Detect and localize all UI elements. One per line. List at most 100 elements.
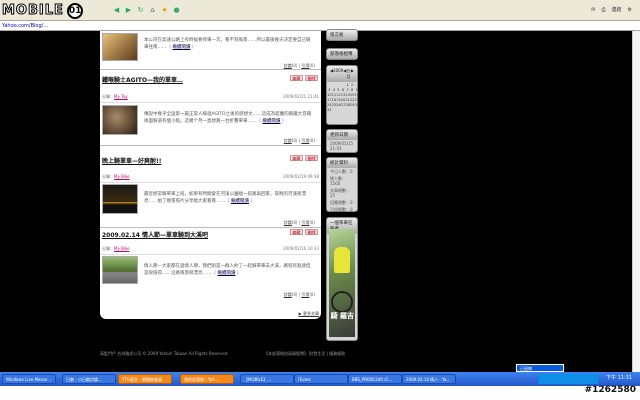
read-more-link[interactable]: 繼續閱讀 — [217, 271, 235, 276]
post-thumbnail[interactable] — [102, 33, 138, 61]
album-box[interactable]: 部落格相簿 — [326, 48, 358, 60]
stats-box: 統計資料 今日人數：0 總人數：1560 文章總數：25 回應總數：0 引用總數… — [326, 157, 358, 212]
delete-button[interactable]: 刪除 — [305, 229, 318, 235]
post-thumbnail[interactable] — [102, 184, 138, 214]
favorites-icon[interactable]: ★ — [160, 6, 169, 15]
calendar-week: 24 25 26 27 28 29 30 — [327, 102, 359, 107]
profile-box: 一個單車狂熱者 騎 羅吉 — [326, 217, 358, 341]
print-icon[interactable]: ⎙ — [601, 7, 605, 13]
profile-caption: 騎 羅吉 — [330, 312, 354, 320]
calendar-day[interactable]: 23 — [354, 97, 359, 102]
updated-box: 更新日期 2009/05/15 21:03 — [326, 129, 358, 153]
calendar-week: 10 11 12 13 14 15 16 — [327, 92, 359, 97]
logo-bubble: 01 — [66, 2, 83, 19]
divider — [100, 182, 321, 183]
post-title[interactable]: 晚上騎單車—好爽耐!! — [102, 156, 161, 165]
divider — [100, 145, 321, 146]
delete-button[interactable]: 刪除 — [305, 75, 318, 81]
mail-icon[interactable]: ✉ — [591, 7, 595, 13]
bike-wheel — [331, 291, 353, 313]
post-title[interactable]: 鐵喉騎士AGITO—我的單車… — [102, 75, 183, 84]
comment-link[interactable]: 討論 — [284, 220, 292, 225]
stats-title: 統計資料 — [327, 158, 357, 168]
comment-link[interactable]: 討論 — [284, 292, 292, 297]
network-notice[interactable]: 已連線 — [516, 364, 564, 372]
category-link[interactable]: My Toy — [114, 94, 128, 99]
stats-line: 總人數：1560 — [330, 176, 346, 186]
divider — [100, 69, 321, 70]
calendar-week: 17 18 19 20 21 22 23 — [327, 97, 359, 102]
calendar-grid: 1 2 3 4 5 6 7 8 9 10 11 12 13 14 15 16 17 18 19 20 21 22 23 24 2… — [327, 82, 359, 112]
calendar-year: 2009 — [333, 68, 344, 73]
taskbar: Windows Live Messe... 日劇 - 小日劇討論... YTG图文 … — [0, 372, 640, 386]
sidebar-item-album[interactable]: 部落格相簿 — [327, 49, 357, 59]
taskbar-button[interactable]: Windows Live Messe... — [2, 374, 56, 384]
tray-label[interactable]: 連結 — [612, 6, 622, 13]
post-category: 分類：My Toy — [102, 94, 128, 99]
toolbar-icons: ◀ ▶ ↻ ⌂ ★ ● — [112, 6, 181, 15]
delete-button[interactable]: 刪除 — [305, 155, 318, 161]
edit-button[interactable]: 編輯 — [290, 155, 303, 161]
taskbar-button[interactable]: 【MOBILE】... — [240, 374, 294, 384]
read-more-link[interactable]: 繼續閱讀 — [172, 45, 190, 50]
taskbar-button[interactable]: iTunes — [294, 374, 348, 384]
edit-button[interactable]: 編輯 — [290, 75, 303, 81]
divider — [100, 102, 321, 103]
category-link[interactable]: My Bike — [114, 246, 130, 251]
calendar-day[interactable]: 16 — [354, 92, 359, 97]
clock: 下午 11:31 — [606, 375, 632, 381]
comment-link[interactable]: 討論 — [284, 138, 292, 143]
calendar-day[interactable]: 17 — [327, 97, 332, 102]
taskbar-button[interactable]: BBS_PRIDE/340 (C... — [348, 374, 402, 384]
post-category: 分類：My Bike — [102, 246, 130, 251]
calendar-box: ◀ 2009 ◀ 五月 ▶ 1 2 3 4 5 6 7 8 9 10 11 12 13 14 15 16 17 1… — [326, 65, 359, 125]
sidebar-item-guestbook[interactable]: 留言板 — [327, 30, 357, 40]
home-icon[interactable]: ⌂ — [148, 6, 157, 15]
category-link[interactable]: My Bike — [114, 174, 130, 179]
browser-toolbar: MOBILE 01 ◀ ▶ ↻ ⌂ ★ ● ✉ ⎙ 連結 ⚙ — [0, 0, 640, 21]
system-tray — [538, 374, 598, 384]
back-icon[interactable]: ◀ — [112, 6, 121, 15]
taskbar-button[interactable]: YTG图文 - 網路無會員 — [118, 374, 172, 384]
post-date: 2009/02/19 09:38 — [283, 174, 319, 179]
read-more-link[interactable]: 繼續閱讀 — [262, 119, 280, 124]
right-tools: ✉ ⎙ 連結 ⚙ — [591, 6, 632, 14]
stats-line: 文章總數：25 — [330, 188, 350, 198]
taskbar-button[interactable]: 日劇 - 小日劇討論... — [62, 374, 116, 384]
logo-text: MOBILE — [2, 3, 64, 19]
post-title[interactable]: 2009.02.14 情人節—單車騎到大溪吧 — [102, 230, 208, 239]
updated-title: 更新日期 — [327, 130, 357, 140]
rider-jacket — [334, 247, 350, 273]
address-bar[interactable]: Yahoo.com/Blog/... — [0, 21, 640, 31]
calendar-day[interactable]: 31 — [327, 107, 332, 112]
settings-icon[interactable]: ⚙ — [628, 7, 632, 13]
calendar-day[interactable]: 24 — [327, 102, 332, 107]
post-thumbnail[interactable] — [102, 256, 138, 284]
scrollbar[interactable] — [632, 31, 640, 372]
bottom-strip — [0, 386, 640, 400]
refresh-icon[interactable]: ↻ — [136, 6, 145, 15]
edit-button[interactable]: 編輯 — [290, 229, 303, 235]
taskbar-button[interactable]: 我的部落格 - Yah... — [180, 374, 234, 384]
forward-icon[interactable]: ▶ — [124, 6, 133, 15]
history-icon[interactable]: ● — [172, 6, 181, 15]
read-more-link[interactable]: 繼續閱讀 — [231, 199, 249, 204]
stats-line: 回應總數：0 — [330, 200, 353, 205]
comment-link[interactable]: 討論 — [284, 63, 292, 68]
more-posts-link[interactable]: ▶ 更多文章 — [299, 311, 319, 317]
guestbook-box[interactable]: 留言板 — [326, 29, 358, 41]
profile-photo[interactable]: 騎 羅吉 — [329, 229, 355, 337]
post-meta: 討論(0) | 引用(0) — [283, 292, 315, 297]
post-thumbnail[interactable] — [102, 105, 138, 135]
next-month-icon[interactable]: ▶ — [351, 68, 354, 80]
footer-links[interactable]: 【本部落格由高屑版費】 財貴生活 | 服務條款 — [264, 351, 345, 357]
calendar-day[interactable]: 30 — [354, 102, 359, 107]
image-id-watermark: #1262580 — [584, 385, 636, 395]
post-excerpt: 傳說中幾乎全国第一篇正常人騎過AGITO之後的感想文……這成為超魔的鋼鐵大音箱後… — [144, 112, 312, 124]
calendar-day[interactable]: 10 — [327, 92, 332, 97]
post-excerpt: 情人節—大家都在過情人節，我們則是一群人約了一起騎單車去大溪，路程有點遠但是很值… — [144, 264, 311, 276]
post-excerpt: 本公司在高速公路上有時候要停車一次，看不到風景……所以最後幾天決定要自己騎車往南… — [144, 38, 311, 50]
calendar-header: ◀ 2009 ◀ 五月 ▶ — [327, 66, 357, 82]
divider — [100, 227, 321, 228]
taskbar-button[interactable]: 2009.02.14 情人 - Ya... — [402, 374, 456, 384]
